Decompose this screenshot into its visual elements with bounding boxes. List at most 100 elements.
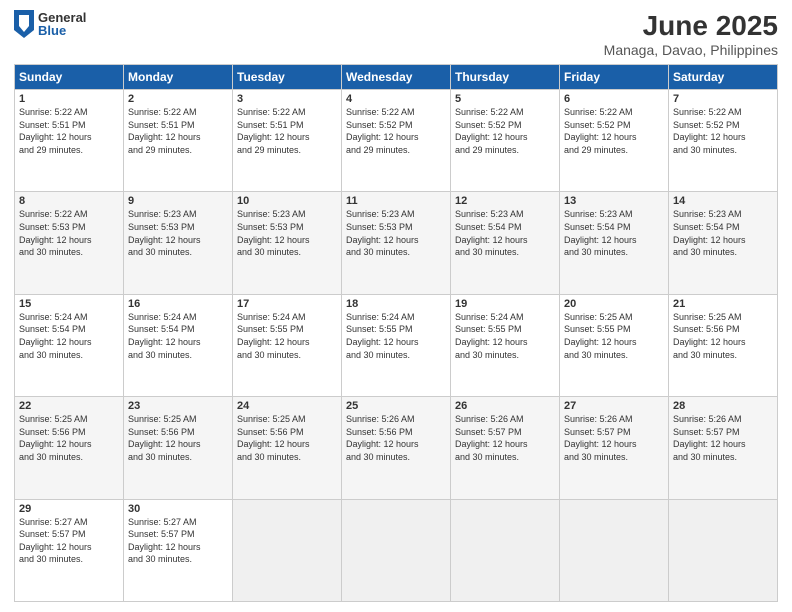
- header: General Blue June 2025 Managa, Davao, Ph…: [14, 10, 778, 58]
- day-cell-23: 23Sunrise: 5:25 AM Sunset: 5:56 PM Dayli…: [124, 397, 233, 499]
- day-info: Sunrise: 5:23 AM Sunset: 5:53 PM Dayligh…: [237, 208, 337, 258]
- day-cell-empty: [669, 499, 778, 601]
- day-number: 13: [564, 195, 664, 207]
- day-number: 3: [237, 93, 337, 105]
- day-number: 22: [19, 400, 119, 412]
- logo-icon: [14, 10, 34, 38]
- day-cell-empty: [560, 499, 669, 601]
- day-cell-16: 16Sunrise: 5:24 AM Sunset: 5:54 PM Dayli…: [124, 294, 233, 396]
- day-info: Sunrise: 5:22 AM Sunset: 5:51 PM Dayligh…: [19, 106, 119, 156]
- day-info: Sunrise: 5:25 AM Sunset: 5:55 PM Dayligh…: [564, 311, 664, 361]
- day-number: 18: [346, 298, 446, 310]
- day-number: 21: [673, 298, 773, 310]
- day-info: Sunrise: 5:22 AM Sunset: 5:52 PM Dayligh…: [455, 106, 555, 156]
- title-block: June 2025 Managa, Davao, Philippines: [604, 10, 778, 58]
- day-info: Sunrise: 5:24 AM Sunset: 5:55 PM Dayligh…: [237, 311, 337, 361]
- day-number: 1: [19, 93, 119, 105]
- day-cell-27: 27Sunrise: 5:26 AM Sunset: 5:57 PM Dayli…: [560, 397, 669, 499]
- day-cell-25: 25Sunrise: 5:26 AM Sunset: 5:56 PM Dayli…: [342, 397, 451, 499]
- day-cell-2: 2Sunrise: 5:22 AM Sunset: 5:51 PM Daylig…: [124, 90, 233, 192]
- day-number: 12: [455, 195, 555, 207]
- day-cell-4: 4Sunrise: 5:22 AM Sunset: 5:52 PM Daylig…: [342, 90, 451, 192]
- day-cell-3: 3Sunrise: 5:22 AM Sunset: 5:51 PM Daylig…: [233, 90, 342, 192]
- day-cell-19: 19Sunrise: 5:24 AM Sunset: 5:55 PM Dayli…: [451, 294, 560, 396]
- day-cell-10: 10Sunrise: 5:23 AM Sunset: 5:53 PM Dayli…: [233, 192, 342, 294]
- day-cell-12: 12Sunrise: 5:23 AM Sunset: 5:54 PM Dayli…: [451, 192, 560, 294]
- day-info: Sunrise: 5:25 AM Sunset: 5:56 PM Dayligh…: [673, 311, 773, 361]
- day-cell-1: 1Sunrise: 5:22 AM Sunset: 5:51 PM Daylig…: [15, 90, 124, 192]
- calendar-table: SundayMondayTuesdayWednesdayThursdayFrid…: [14, 64, 778, 602]
- week-row-4: 22Sunrise: 5:25 AM Sunset: 5:56 PM Dayli…: [15, 397, 778, 499]
- day-cell-5: 5Sunrise: 5:22 AM Sunset: 5:52 PM Daylig…: [451, 90, 560, 192]
- day-number: 15: [19, 298, 119, 310]
- day-info: Sunrise: 5:22 AM Sunset: 5:53 PM Dayligh…: [19, 208, 119, 258]
- week-row-1: 1Sunrise: 5:22 AM Sunset: 5:51 PM Daylig…: [15, 90, 778, 192]
- day-info: Sunrise: 5:26 AM Sunset: 5:56 PM Dayligh…: [346, 413, 446, 463]
- day-number: 19: [455, 298, 555, 310]
- day-number: 2: [128, 93, 228, 105]
- day-number: 27: [564, 400, 664, 412]
- day-number: 26: [455, 400, 555, 412]
- day-number: 20: [564, 298, 664, 310]
- day-number: 14: [673, 195, 773, 207]
- col-header-wednesday: Wednesday: [342, 65, 451, 90]
- day-cell-8: 8Sunrise: 5:22 AM Sunset: 5:53 PM Daylig…: [15, 192, 124, 294]
- day-info: Sunrise: 5:26 AM Sunset: 5:57 PM Dayligh…: [673, 413, 773, 463]
- day-number: 4: [346, 93, 446, 105]
- day-cell-17: 17Sunrise: 5:24 AM Sunset: 5:55 PM Dayli…: [233, 294, 342, 396]
- day-cell-18: 18Sunrise: 5:24 AM Sunset: 5:55 PM Dayli…: [342, 294, 451, 396]
- calendar-title: June 2025: [604, 10, 778, 42]
- day-info: Sunrise: 5:27 AM Sunset: 5:57 PM Dayligh…: [128, 516, 228, 566]
- day-info: Sunrise: 5:22 AM Sunset: 5:51 PM Dayligh…: [128, 106, 228, 156]
- day-info: Sunrise: 5:24 AM Sunset: 5:55 PM Dayligh…: [455, 311, 555, 361]
- day-cell-21: 21Sunrise: 5:25 AM Sunset: 5:56 PM Dayli…: [669, 294, 778, 396]
- week-row-2: 8Sunrise: 5:22 AM Sunset: 5:53 PM Daylig…: [15, 192, 778, 294]
- day-number: 8: [19, 195, 119, 207]
- day-cell-29: 29Sunrise: 5:27 AM Sunset: 5:57 PM Dayli…: [15, 499, 124, 601]
- day-number: 23: [128, 400, 228, 412]
- header-row: SundayMondayTuesdayWednesdayThursdayFrid…: [15, 65, 778, 90]
- day-info: Sunrise: 5:24 AM Sunset: 5:54 PM Dayligh…: [128, 311, 228, 361]
- day-info: Sunrise: 5:23 AM Sunset: 5:54 PM Dayligh…: [564, 208, 664, 258]
- day-cell-30: 30Sunrise: 5:27 AM Sunset: 5:57 PM Dayli…: [124, 499, 233, 601]
- day-cell-26: 26Sunrise: 5:26 AM Sunset: 5:57 PM Dayli…: [451, 397, 560, 499]
- day-number: 10: [237, 195, 337, 207]
- day-number: 30: [128, 503, 228, 515]
- day-info: Sunrise: 5:25 AM Sunset: 5:56 PM Dayligh…: [128, 413, 228, 463]
- day-info: Sunrise: 5:23 AM Sunset: 5:54 PM Dayligh…: [455, 208, 555, 258]
- day-info: Sunrise: 5:22 AM Sunset: 5:52 PM Dayligh…: [346, 106, 446, 156]
- day-cell-7: 7Sunrise: 5:22 AM Sunset: 5:52 PM Daylig…: [669, 90, 778, 192]
- day-cell-15: 15Sunrise: 5:24 AM Sunset: 5:54 PM Dayli…: [15, 294, 124, 396]
- col-header-tuesday: Tuesday: [233, 65, 342, 90]
- col-header-sunday: Sunday: [15, 65, 124, 90]
- day-cell-22: 22Sunrise: 5:25 AM Sunset: 5:56 PM Dayli…: [15, 397, 124, 499]
- day-info: Sunrise: 5:23 AM Sunset: 5:53 PM Dayligh…: [346, 208, 446, 258]
- day-cell-empty: [451, 499, 560, 601]
- day-number: 6: [564, 93, 664, 105]
- col-header-saturday: Saturday: [669, 65, 778, 90]
- day-info: Sunrise: 5:26 AM Sunset: 5:57 PM Dayligh…: [564, 413, 664, 463]
- logo-text: General Blue: [38, 11, 86, 37]
- day-info: Sunrise: 5:27 AM Sunset: 5:57 PM Dayligh…: [19, 516, 119, 566]
- day-cell-11: 11Sunrise: 5:23 AM Sunset: 5:53 PM Dayli…: [342, 192, 451, 294]
- logo-blue: Blue: [38, 24, 86, 37]
- week-row-5: 29Sunrise: 5:27 AM Sunset: 5:57 PM Dayli…: [15, 499, 778, 601]
- day-cell-9: 9Sunrise: 5:23 AM Sunset: 5:53 PM Daylig…: [124, 192, 233, 294]
- week-row-3: 15 Sunrise: 5:24 AM Sunset: 5:54 PM Dayli…: [15, 294, 778, 396]
- calendar-subtitle: Managa, Davao, Philippines: [604, 42, 778, 58]
- day-info: Sunrise: 5:22 AM Sunset: 5:52 PM Dayligh…: [673, 106, 773, 156]
- day-number: 7: [673, 93, 773, 105]
- day-number: 28: [673, 400, 773, 412]
- day-info: Sunrise: 5:25 AM Sunset: 5:56 PM Dayligh…: [19, 413, 119, 463]
- day-number: 11: [346, 195, 446, 207]
- page: General Blue June 2025 Managa, Davao, Ph…: [0, 0, 792, 612]
- col-header-monday: Monday: [124, 65, 233, 90]
- day-number: 16: [128, 298, 228, 310]
- day-info: Sunrise: 5:22 AM Sunset: 5:51 PM Dayligh…: [237, 106, 337, 156]
- day-number: 17: [237, 298, 337, 310]
- day-cell-14: 14Sunrise: 5:23 AM Sunset: 5:54 PM Dayli…: [669, 192, 778, 294]
- day-info: Sunrise: 5:26 AM Sunset: 5:57 PM Dayligh…: [455, 413, 555, 463]
- day-cell-28: 28Sunrise: 5:26 AM Sunset: 5:57 PM Dayli…: [669, 397, 778, 499]
- logo: General Blue: [14, 10, 86, 38]
- day-cell-24: 24Sunrise: 5:25 AM Sunset: 5:56 PM Dayli…: [233, 397, 342, 499]
